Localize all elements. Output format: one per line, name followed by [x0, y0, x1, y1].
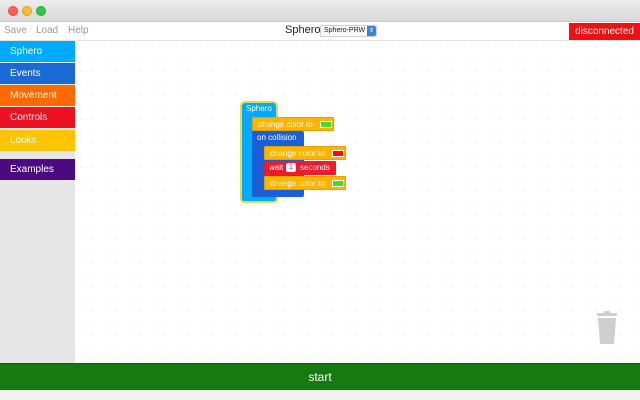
on-collision-label: on collision [257, 133, 297, 142]
wait-seconds-block[interactable]: wait 1 seconds [264, 161, 336, 175]
change-color-label: change color to [270, 179, 325, 188]
device-select[interactable]: Sphero-PRW ⇕ [320, 25, 377, 37]
wait-unit-label: seconds [300, 163, 330, 172]
color-swatch-red[interactable] [332, 150, 344, 157]
menu-help[interactable]: Help [68, 25, 89, 36]
change-color-block-2[interactable]: change color to [264, 146, 346, 160]
color-swatch-green[interactable] [332, 180, 344, 187]
change-color-label: change color to [270, 149, 325, 158]
category-events[interactable]: Events [0, 63, 75, 84]
category-controls[interactable]: Controls [0, 107, 75, 128]
minimize-window-button[interactable] [22, 6, 32, 16]
change-color-label: change color to [258, 120, 313, 129]
block-category-sidebar: Sphero Events Movement Controls Looks Ex… [0, 41, 75, 363]
close-window-button[interactable] [8, 6, 18, 16]
connection-status-badge[interactable]: disconnected [569, 23, 640, 40]
menu-save[interactable]: Save [4, 25, 27, 36]
wait-label: wait [269, 163, 284, 172]
wait-seconds-input[interactable]: 1 [286, 163, 296, 172]
menu-load[interactable]: Load [36, 25, 58, 36]
color-swatch-green[interactable] [320, 121, 332, 128]
trash-icon[interactable] [596, 311, 618, 345]
zoom-window-button[interactable] [36, 6, 46, 16]
device-select-value: Sphero-PRW [324, 27, 366, 34]
block-workspace[interactable] [75, 41, 640, 363]
start-button[interactable]: start [0, 363, 640, 390]
chevron-updown-icon: ⇕ [367, 26, 376, 36]
category-movement[interactable]: Movement [0, 85, 75, 106]
device-label: Sphero: [285, 24, 324, 36]
menu-bar: Save Load Help Sphero: Sphero-PRW ⇕ [0, 22, 640, 41]
bottom-strip [0, 390, 640, 400]
category-examples[interactable]: Examples [0, 159, 75, 180]
change-color-block-3[interactable]: change color to [264, 176, 346, 190]
category-looks[interactable]: Looks [0, 130, 75, 151]
sphero-hat-label: Sphero [246, 104, 272, 113]
window-titlebar [0, 0, 640, 22]
category-sphero[interactable]: Sphero [0, 41, 75, 62]
change-color-block-1[interactable]: change color to [252, 117, 334, 131]
